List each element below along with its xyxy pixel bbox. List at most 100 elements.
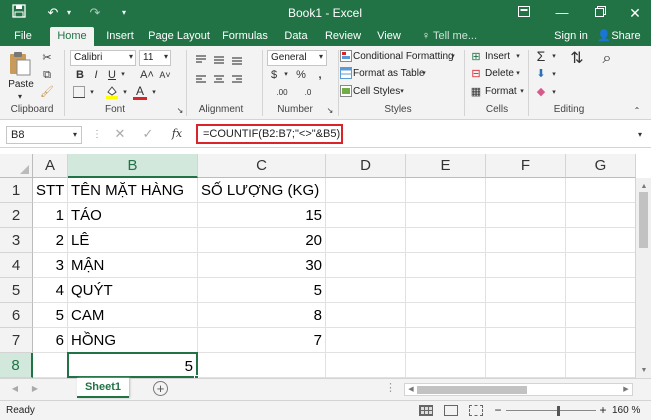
insert-cells-button[interactable]: Insert (485, 50, 510, 64)
borders-dropdown-icon[interactable]: ▾ (88, 86, 96, 100)
row-header-7[interactable]: 7 (0, 328, 33, 353)
close-icon[interactable]: ✕ (626, 4, 644, 22)
autosum-dropdown-icon[interactable]: ▾ (550, 50, 558, 64)
sign-in-link[interactable]: Sign in (552, 27, 590, 46)
cell-c5[interactable]: 5 (198, 278, 326, 303)
bold-button[interactable]: B (74, 68, 86, 82)
clear-dropdown-icon[interactable]: ▾ (550, 86, 558, 100)
paste-icon[interactable] (8, 50, 34, 76)
clear-icon[interactable]: ◆ (533, 85, 549, 99)
enter-button[interactable]: ✓ (140, 127, 156, 141)
fill-icon[interactable]: ⬇ (533, 67, 549, 81)
shrink-font-button[interactable]: A˅ (158, 68, 172, 82)
fill-color-dropdown-icon[interactable]: ▾ (121, 86, 129, 100)
normal-view-icon[interactable] (419, 405, 433, 416)
fill-color-icon[interactable] (104, 85, 120, 103)
row-header-5[interactable]: 5 (0, 278, 33, 303)
paste-dropdown-icon[interactable]: ▾ (15, 90, 25, 104)
row-header-8[interactable]: 8 (0, 353, 33, 378)
sort-filter-icon[interactable]: ⇅ (566, 51, 588, 67)
cell-a2[interactable]: 1 (33, 203, 68, 228)
tab-file[interactable]: File (6, 27, 40, 46)
cell-styles-button[interactable]: Cell Styles (353, 85, 400, 99)
cell-c7[interactable]: 7 (198, 328, 326, 353)
tab-page-layout[interactable]: Page Layout (146, 27, 212, 46)
percent-button[interactable]: % (294, 68, 308, 82)
zoom-in-button[interactable]: + (598, 401, 608, 420)
scroll-right-icon[interactable]: ▶ (622, 383, 630, 397)
increase-decimal-button[interactable]: .00 (272, 86, 292, 100)
cell-a5[interactable]: 4 (33, 278, 68, 303)
cell-b5[interactable]: QUÝT (68, 278, 198, 303)
zoom-level[interactable]: 160 % (612, 401, 640, 420)
column-header-a[interactable]: A (33, 154, 68, 178)
scroll-left-icon[interactable]: ◀ (407, 383, 415, 397)
tab-home[interactable]: Home (50, 27, 94, 46)
cell-c3[interactable]: 20 (198, 228, 326, 253)
share-button[interactable]: Share (610, 27, 642, 46)
copy-icon[interactable]: ⧉ (38, 68, 56, 82)
cell-b7[interactable]: HỒNG (68, 328, 198, 353)
cell-b2[interactable]: TÁO (68, 203, 198, 228)
cell-c1[interactable]: SỐ LƯỢNG (KG) (198, 178, 326, 203)
redo-icon[interactable]: ↷ (86, 4, 104, 22)
select-all-button[interactable] (0, 154, 33, 178)
formula-input[interactable]: =COUNTIF(B2:B7;"<>"&B5) (196, 124, 343, 144)
find-select-icon[interactable]: ⌕ (596, 51, 618, 67)
worksheet-grid[interactable]: A B C D E F G 1 2 3 4 5 6 7 8 STT TÊN MẶ… (0, 148, 651, 380)
autosum-icon[interactable]: Σ (533, 49, 549, 63)
row-header-2[interactable]: 2 (0, 203, 33, 228)
page-break-view-icon[interactable] (469, 405, 483, 416)
cell-b1[interactable]: TÊN MẶT HÀNG (68, 178, 198, 203)
cell-a6[interactable]: 5 (33, 303, 68, 328)
h-scroll-thumb[interactable] (417, 386, 527, 394)
scroll-down-icon[interactable]: ▼ (639, 364, 649, 378)
underline-button[interactable]: U (106, 68, 118, 82)
cell-b6[interactable]: CAM (68, 303, 198, 328)
cell-a4[interactable]: 3 (33, 253, 68, 278)
scroll-thumb[interactable] (639, 192, 648, 248)
undo-icon[interactable]: ↶ (44, 4, 62, 22)
ribbon-display-icon[interactable] (515, 4, 533, 22)
restore-icon[interactable] (591, 4, 609, 22)
dialog-launcher-icon[interactable]: ↘ (176, 104, 184, 118)
row-header-6[interactable]: 6 (0, 303, 33, 328)
cell-c2[interactable]: 15 (198, 203, 326, 228)
currency-dropdown-icon[interactable]: ▾ (282, 68, 290, 82)
name-box-dropdown-icon[interactable]: ▾ (70, 128, 80, 142)
decrease-decimal-button[interactable]: .0 (298, 86, 318, 100)
italic-button[interactable]: I (90, 68, 102, 82)
column-header-d[interactable]: D (326, 154, 406, 178)
font-color-button[interactable]: A (133, 84, 147, 100)
cancel-button[interactable]: ✕ (112, 127, 128, 141)
borders-icon[interactable] (72, 86, 86, 102)
fill-dropdown-icon[interactable]: ▾ (550, 68, 558, 82)
save-icon[interactable] (10, 4, 28, 22)
alignment-icons[interactable] (192, 52, 252, 92)
cut-icon[interactable]: ✂ (38, 51, 56, 65)
column-header-f[interactable]: F (486, 154, 566, 178)
cell-a8[interactable] (33, 353, 68, 378)
format-painter-icon[interactable]: 🖌 (38, 85, 56, 99)
undo-dropdown-icon[interactable]: ▾ (64, 4, 74, 22)
collapse-ribbon-icon[interactable]: ⌃ (632, 104, 642, 118)
customize-icon[interactable]: ▾ (118, 4, 130, 22)
row-header-1[interactable]: 1 (0, 178, 33, 203)
tab-insert[interactable]: Insert (100, 27, 140, 46)
vertical-scrollbar[interactable]: ▲ ▼ (635, 178, 651, 378)
conditional-formatting-button[interactable]: Conditional Formatting (353, 50, 454, 64)
expand-formula-bar-icon[interactable]: ▾ (634, 128, 646, 142)
tell-me-search[interactable]: Tell me... (433, 27, 485, 46)
currency-button[interactable]: $ (268, 68, 280, 82)
cell-b3[interactable]: LÊ (68, 228, 198, 253)
cell-b8-selected[interactable]: 5 (67, 352, 198, 378)
row-header-4[interactable]: 4 (0, 253, 33, 278)
column-header-b[interactable]: B (68, 154, 198, 178)
format-cells-button[interactable]: Format (485, 85, 517, 99)
minimize-icon[interactable]: — (553, 4, 571, 22)
cell-b4[interactable]: MẬN (68, 253, 198, 278)
underline-dropdown-icon[interactable]: ▾ (119, 68, 127, 82)
prev-sheet-icon[interactable]: ◀ (10, 382, 20, 396)
page-layout-view-icon[interactable] (444, 405, 458, 416)
add-sheet-icon[interactable]: + (153, 381, 168, 396)
